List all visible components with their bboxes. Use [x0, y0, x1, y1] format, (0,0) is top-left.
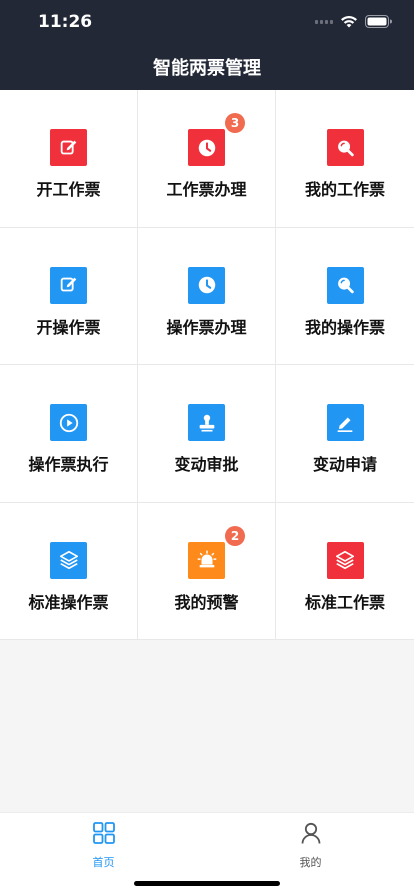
- wifi-icon: [341, 15, 357, 28]
- grid-item-12[interactable]: 标准工作票: [276, 503, 414, 640]
- grid-item-6[interactable]: 我的操作票: [276, 228, 414, 365]
- alarm-icon: 2: [188, 525, 245, 579]
- grid-item-label: 操作票执行: [28, 455, 109, 474]
- grid-item-1[interactable]: 开工作票: [0, 90, 138, 228]
- search-icon: [326, 129, 364, 166]
- pen-icon: [326, 404, 364, 441]
- nav-bar: 智能两票管理: [0, 44, 414, 90]
- play-icon: [50, 404, 87, 441]
- search-icon: [326, 266, 364, 304]
- grid-item-5[interactable]: 操作票办理: [138, 227, 276, 365]
- grid-item-label: 标准工作票: [304, 592, 385, 612]
- notification-badge: 2: [225, 525, 245, 546]
- grid-item-11[interactable]: 2 我的预警: [138, 502, 276, 640]
- tab-label: 首页: [92, 856, 115, 869]
- status-time: 11:26: [38, 12, 93, 32]
- tab-label: 我的: [299, 856, 322, 869]
- status-icons: [315, 15, 392, 28]
- grid-item-4[interactable]: 开操作票: [0, 227, 138, 365]
- user-icon: [299, 821, 323, 849]
- grid-item-label: 操作票办理: [166, 317, 247, 337]
- grid-item-7[interactable]: 操作票执行: [0, 365, 138, 503]
- layers-icon: [50, 541, 87, 579]
- status-bar: 11:26: [0, 0, 414, 44]
- home-indicator: [134, 881, 280, 886]
- layers-icon: [326, 541, 364, 579]
- menu-grid: 开工作票 3 工作票办理 我的工作票开操作票 操作票办理 我的操作票操作票执行 变动审批 变动…: [0, 90, 414, 640]
- notification-badge: 3: [225, 113, 245, 133]
- signal-icon: [315, 19, 333, 24]
- grid-item-label: 我的工作票: [304, 180, 385, 199]
- grid-icon: [92, 821, 116, 849]
- battery-icon: [365, 15, 392, 28]
- clock-icon: 3: [188, 113, 245, 166]
- grid-item-label: 标准操作票: [28, 592, 109, 612]
- edit-icon: [50, 266, 87, 304]
- grid-item-label: 变动申请: [312, 455, 377, 474]
- grid-item-2[interactable]: 3 工作票办理: [138, 90, 276, 228]
- grid-item-3[interactable]: 我的工作票: [276, 90, 414, 228]
- grid-item-8[interactable]: 变动审批: [138, 365, 276, 503]
- grid-item-label: 开操作票: [36, 317, 101, 337]
- stamp-icon: [188, 404, 225, 441]
- grid-item-label: 我的操作票: [304, 317, 385, 337]
- grid-item-label: 工作票办理: [166, 180, 247, 199]
- edit-icon: [50, 129, 87, 166]
- grid-item-label: 我的预警: [174, 592, 239, 612]
- grid-item-label: 开工作票: [36, 180, 101, 199]
- page-title: 智能两票管理: [153, 58, 261, 79]
- grid-item-10[interactable]: 标准操作票: [0, 502, 138, 640]
- grid-item-9[interactable]: 变动申请: [276, 365, 414, 503]
- grid-item-label: 变动审批: [174, 455, 239, 474]
- clock-icon: [188, 266, 225, 304]
